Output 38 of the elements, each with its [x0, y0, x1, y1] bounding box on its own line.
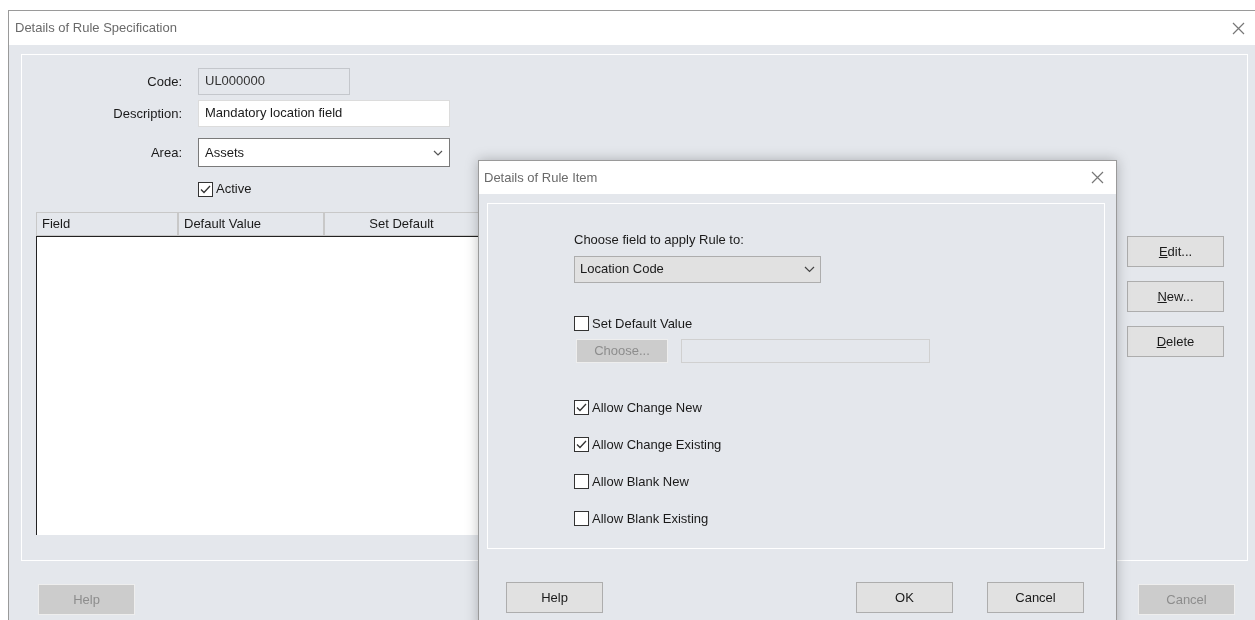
- checkbox[interactable]: [574, 474, 589, 489]
- chevron-down-icon: [433, 149, 443, 156]
- checkbox-label: Set Default Value: [592, 314, 693, 333]
- checkmark-icon: [576, 440, 587, 449]
- text-field[interactable]: Mandatory location field: [198, 100, 450, 127]
- default-value-field[interactable]: [681, 338, 930, 363]
- side-button[interactable]: Delete: [1127, 326, 1224, 357]
- checkbox-label: Allow Change New: [592, 398, 702, 417]
- checkbox[interactable]: [574, 316, 589, 331]
- column-header[interactable]: Set Default: [324, 212, 479, 236]
- side-button[interactable]: Edit...: [1127, 236, 1224, 267]
- checkbox-label: Allow Blank New: [592, 472, 689, 491]
- modal-button[interactable]: OK: [856, 582, 953, 613]
- checkmark-icon: [576, 403, 587, 412]
- checkbox[interactable]: [198, 181, 213, 197]
- modal-button[interactable]: Help: [506, 582, 603, 613]
- window-title: Details of Rule Specification: [15, 19, 177, 38]
- modal-title: Details of Rule Item: [484, 168, 598, 187]
- checkbox-label: Allow Blank Existing: [592, 509, 709, 528]
- checkmark-icon: [200, 184, 211, 194]
- side-button[interactable]: New...: [1127, 281, 1224, 312]
- checkbox[interactable]: [574, 511, 589, 526]
- checkbox-label: Allow Change Existing: [592, 435, 722, 454]
- field-prompt: Choose field to apply Rule to:: [574, 231, 744, 249]
- checkbox-label: Active: [216, 180, 252, 199]
- checkbox[interactable]: [574, 400, 589, 415]
- close-icon[interactable]: [1232, 21, 1245, 35]
- field-label: Area:: [149, 143, 182, 162]
- field-label: Code:: [146, 72, 182, 91]
- chevron-down-icon: [804, 265, 815, 273]
- column-header[interactable]: Default Value: [178, 212, 324, 236]
- area-dropdown[interactable]: Assets: [198, 138, 450, 167]
- close-icon[interactable]: [1091, 171, 1104, 184]
- checkbox[interactable]: [574, 437, 589, 452]
- column-header[interactable]: Field: [36, 212, 178, 236]
- field-dropdown[interactable]: Location Code: [574, 255, 821, 283]
- modal-button[interactable]: Cancel: [987, 582, 1084, 613]
- field-label: Description:: [112, 104, 182, 123]
